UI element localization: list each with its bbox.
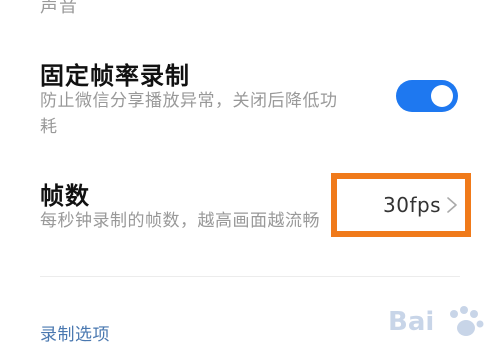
fps-description: 每秒钟录制的帧数，越高画面越流畅 <box>40 211 320 231</box>
fps-value: 30fps <box>383 193 442 217</box>
partial-label-sound: 声音 <box>40 0 78 17</box>
baidu-watermark-icon: Bai <box>388 306 484 337</box>
settings-screen: 声音 固定帧率录制 防止微信分享播放异常，关闭后降低功 耗 帧数 每秒钟录制的帧… <box>0 0 500 352</box>
watermark-text: Bai <box>388 307 434 337</box>
fixed-fps-toggle[interactable] <box>396 80 458 112</box>
chevron-right-icon <box>447 197 457 213</box>
fixed-fps-description-line2: 耗 <box>40 117 58 137</box>
baidu-paw-icon <box>450 306 484 336</box>
section-title-recording-options: 录制选项 <box>40 325 110 345</box>
fixed-fps-description-line1: 防止微信分享播放异常，关闭后降低功 <box>40 91 338 111</box>
toggle-knob <box>431 85 453 107</box>
section-divider <box>40 276 460 277</box>
